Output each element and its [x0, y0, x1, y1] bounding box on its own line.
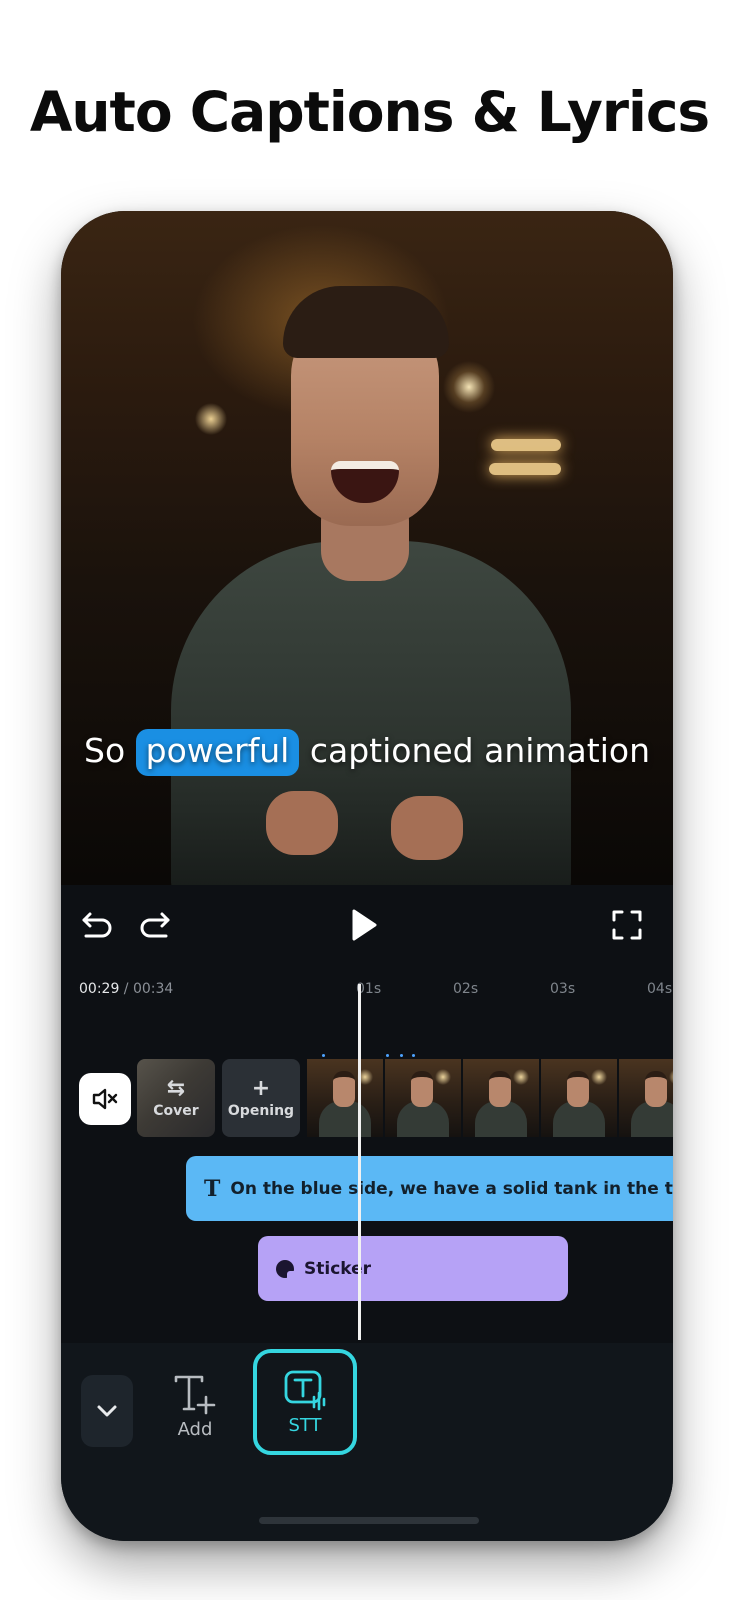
clip-thumbnail	[307, 1059, 383, 1137]
beat-marker	[386, 1054, 389, 1057]
timeline-tick: 04s	[647, 981, 673, 997]
add-text-button[interactable]: Add	[165, 1373, 225, 1440]
video-clip-track[interactable]	[307, 1059, 673, 1137]
person-hair	[283, 286, 449, 358]
swap-arrows-icon: ⇆	[166, 1075, 186, 1101]
beat-marker	[322, 1054, 325, 1057]
cover-label: Cover	[153, 1102, 199, 1119]
redo-icon[interactable]	[135, 905, 175, 945]
mute-audio-button[interactable]	[79, 1073, 131, 1125]
text-type-icon: T	[204, 1175, 221, 1202]
wall-light	[491, 439, 561, 451]
collapse-toolbar-button[interactable]	[81, 1375, 133, 1447]
add-opening-button[interactable]: + Opening	[222, 1059, 300, 1137]
text-track-clip[interactable]: T On the blue side, we have a solid tank…	[186, 1156, 673, 1221]
home-indicator	[259, 1517, 479, 1524]
clip-thumbnail	[385, 1059, 461, 1137]
play-icon[interactable]	[343, 905, 383, 945]
phone-frame: So powerful captioned animation 00:29 / …	[61, 211, 673, 1541]
speech-to-text-icon	[284, 1370, 326, 1410]
add-text-icon	[174, 1375, 216, 1415]
undo-icon[interactable]	[77, 905, 117, 945]
person-fist-right	[391, 796, 463, 860]
person-fist-left	[266, 791, 338, 855]
playhead[interactable]	[358, 984, 361, 1340]
add-label: Add	[177, 1419, 213, 1440]
speaker-mute-icon	[92, 1088, 118, 1110]
plus-icon: +	[251, 1075, 271, 1101]
cover-button[interactable]: ⇆ Cover	[137, 1059, 215, 1137]
opening-label: Opening	[227, 1102, 295, 1119]
caption-overlay[interactable]: So powerful captioned animation	[61, 729, 673, 776]
bottom-toolbar: Add STT	[61, 1343, 673, 1541]
caption-word-pre: So	[84, 731, 136, 770]
current-time: 00:29	[79, 981, 120, 997]
caption-word-post: captioned animation	[299, 731, 650, 770]
headline: Auto Captions & Lyrics	[29, 80, 710, 144]
speech-to-text-button[interactable]: STT	[253, 1349, 357, 1455]
caption-highlight-word: powerful	[135, 729, 300, 776]
chevron-down-icon	[97, 1405, 117, 1417]
stt-label: STT	[288, 1414, 322, 1436]
text-clip-label: On the blue side, we have a solid tank i…	[230, 1178, 673, 1199]
sticker-track-clip[interactable]: Sticker	[258, 1236, 568, 1301]
clip-thumbnail	[619, 1059, 673, 1137]
video-preview[interactable]: So powerful captioned animation	[61, 211, 673, 885]
sticker-icon	[276, 1259, 295, 1279]
timeline-tick: 03s	[550, 981, 576, 997]
clip-thumbnail	[463, 1059, 539, 1137]
total-time: / 00:34	[119, 981, 174, 997]
playback-controls	[61, 885, 673, 965]
timeline-tick: 02s	[453, 981, 479, 997]
wall-light	[489, 463, 561, 475]
fullscreen-icon[interactable]	[607, 905, 647, 945]
timecode: 00:29 / 00:34	[79, 981, 173, 997]
person-torso	[171, 541, 571, 885]
beat-marker	[412, 1054, 415, 1057]
clip-thumbnail	[541, 1059, 617, 1137]
beat-marker	[400, 1054, 403, 1057]
